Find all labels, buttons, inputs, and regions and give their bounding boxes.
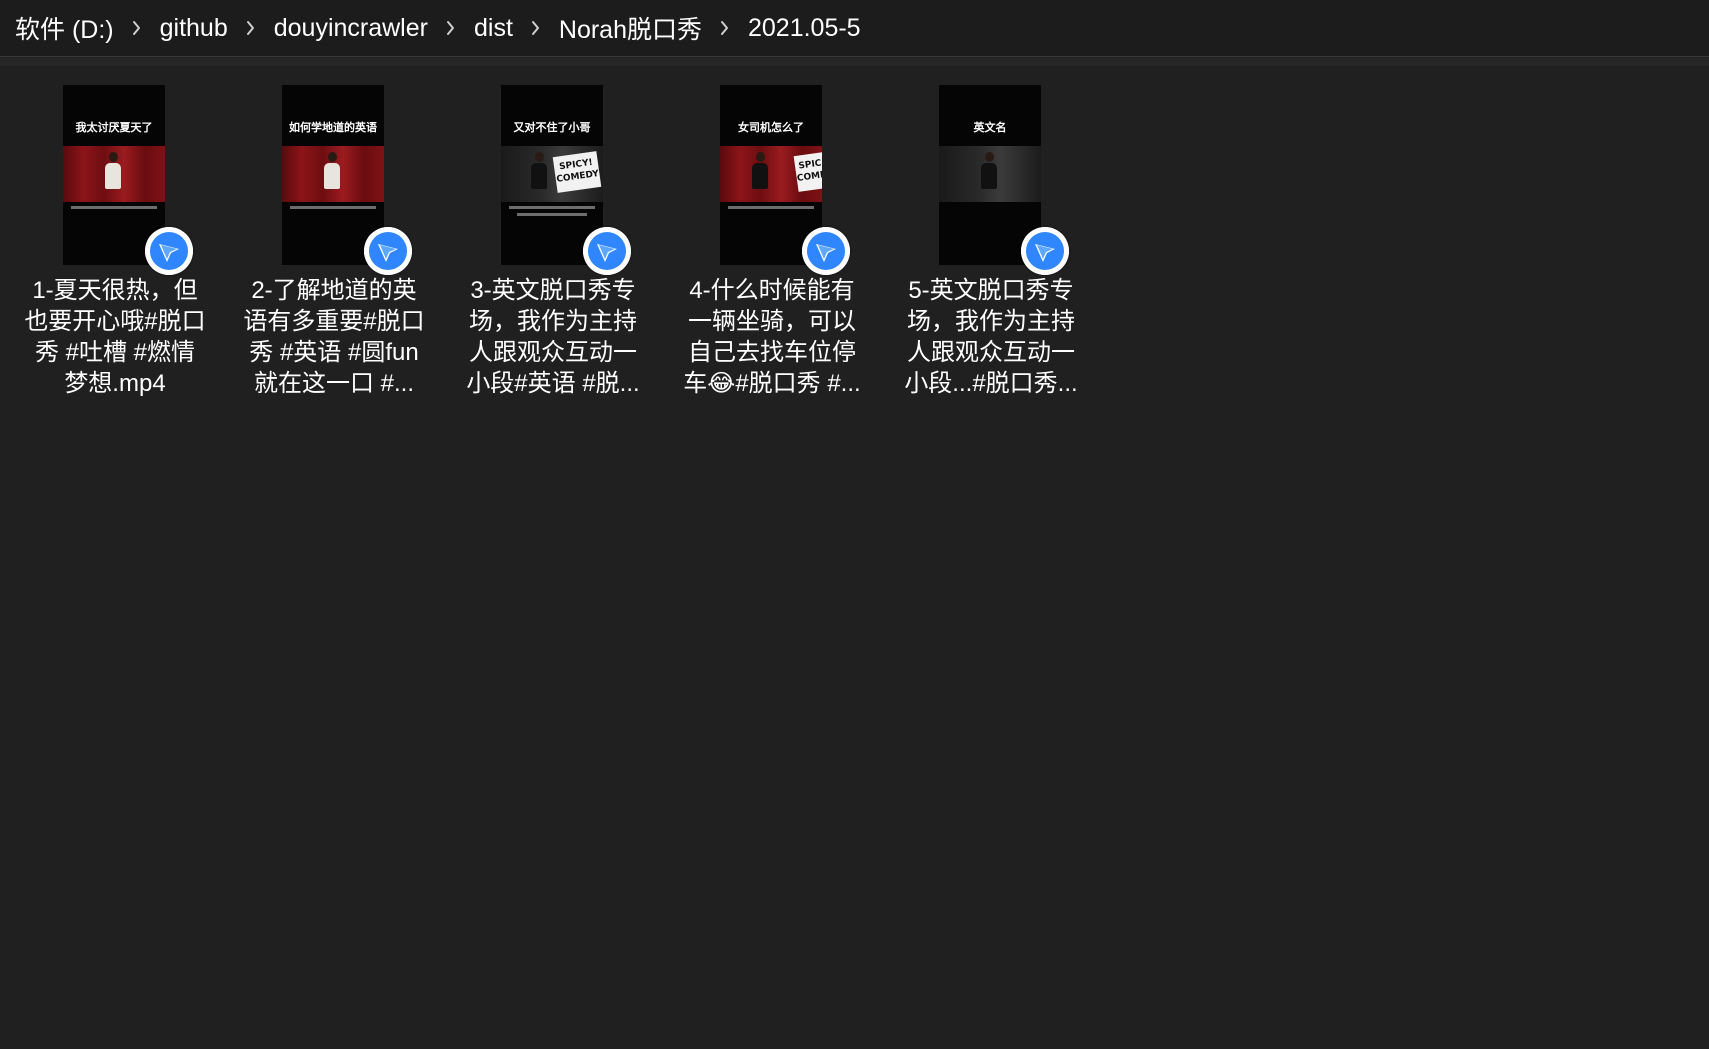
breadcrumb-item-drive[interactable]: 软件 (D:) [13,10,116,46]
chevron-right-icon[interactable] [437,14,465,42]
file-name-label: 1-夏天很热，但 也要开心哦#脱口 秀 #吐槽 #燃情 梦想.mp4 [20,275,210,399]
video-player-app-icon [583,227,631,275]
thumbnail-stage: SPICY! COMEDY [501,146,603,202]
performer-figure [750,152,770,200]
file-item[interactable]: 女司机怎么了 SPIC COME 4-什么时候能有 一辆坐骑，可以 自己去找车位… [677,85,867,415]
performer-figure [529,152,549,200]
file-item[interactable]: 如何学地道的英语 2-了解地道的英 语有多重要#脱口 秀 #英语 #圆fun 就… [239,85,429,415]
thumbnail-subtitle [509,206,595,209]
breadcrumb-item-dist[interactable]: dist [472,14,515,43]
file-name-line: 小段...#脱口秀... [904,370,1078,397]
file-name-label: 4-什么时候能有 一辆坐骑，可以 自己去找车位停 车😂#脱口秀 #... [677,275,867,399]
file-name-label: 5-英文脱口秀专 场，我作为主持 人跟观众互动一 小段...#脱口秀... [896,275,1086,399]
file-name-line: 2-了解地道的英 [251,277,417,304]
file-name-label: 2-了解地道的英 语有多重要#脱口 秀 #英语 #圆fun 就在这一口 #... [239,275,429,399]
file-name-line: 场，我作为主持 [907,308,1075,335]
video-player-app-icon [145,227,193,275]
performer-figure [103,152,123,200]
file-name-line: 5-英文脱口秀专 [908,277,1074,304]
thumbnail-caption: 女司机怎么了 [738,121,804,134]
breadcrumb-item-current-folder[interactable]: 2021.05-5 [746,14,863,43]
thumbnail-subtitle [290,206,376,209]
thumbnail-subtitle [728,206,814,209]
file-name-line: 1-夏天很热，但 [32,277,198,304]
file-name-line: 小段#英语 #脱... [466,370,640,397]
thumbnail-caption: 又对不住了小哥 [513,121,591,134]
file-name-line: 车😂#脱口秀 #... [683,370,861,397]
chevron-right-icon[interactable] [123,14,151,42]
chevron-right-icon[interactable] [237,14,265,42]
file-item[interactable]: 我太讨厌夏天了 1-夏天很热，但 也要开心哦#脱口 秀 #吐槽 #燃情 梦想.m… [20,85,210,415]
thumbnail-stage [63,146,165,202]
file-list-header-strip [0,58,1709,66]
file-name-line: 秀 #英语 #圆fun [249,339,419,366]
thumbnail-caption: 我太讨厌夏天了 [75,121,153,134]
file-name-line: 人跟观众互动一 [907,339,1075,366]
file-name-line: 人跟观众互动一 [469,339,637,366]
thumbnail-caption: 如何学地道的英语 [289,121,377,134]
address-breadcrumb-bar: 软件 (D:) github douyincrawler dist Norah脱… [0,0,1709,57]
video-player-app-icon [364,227,412,275]
file-name-line: 梦想.mp4 [64,370,166,397]
breadcrumb-item-github[interactable]: github [158,14,230,43]
file-name-line: 3-英文脱口秀专 [470,277,636,304]
breadcrumb-item-douyincrawler[interactable]: douyincrawler [272,14,430,43]
file-name-line: 语有多重要#脱口 [243,308,425,335]
thumbnail-subtitle [517,213,587,216]
chevron-right-icon[interactable] [711,14,739,42]
file-name-line: 场，我作为主持 [469,308,637,335]
thumbnail-stage [939,146,1041,202]
performer-figure [979,152,999,200]
thumbnail-stage [282,146,384,202]
video-player-app-icon [1021,227,1069,275]
video-player-app-icon [802,227,850,275]
file-name-line: 自己去找车位停 [688,339,856,366]
thumbnail-subtitle [71,206,157,209]
file-name-line: 一辆坐骑，可以 [688,308,856,335]
chevron-right-icon[interactable] [522,14,550,42]
thumbnail-stage: SPIC COME [720,146,822,202]
file-name-line: 就在这一口 #... [253,370,415,397]
file-name-label: 3-英文脱口秀专 场，我作为主持 人跟观众互动一 小段#英语 #脱... [458,275,648,399]
file-item[interactable]: 英文名 5-英文脱口秀专 场，我作为主持 人跟观众互动一 小段...#脱口秀..… [896,85,1086,415]
file-name-line: 4-什么时候能有 [689,277,855,304]
thumbnail-caption: 英文名 [973,121,1007,134]
performer-figure [322,152,342,200]
file-list-area[interactable]: 我太讨厌夏天了 1-夏天很热，但 也要开心哦#脱口 秀 #吐槽 #燃情 梦想.m… [0,58,1709,1049]
file-item[interactable]: 又对不住了小哥 SPICY! COMEDY 3-英文脱口秀专 场，我作为主持 人… [458,85,648,415]
file-name-line: 秀 #吐槽 #燃情 [34,339,196,366]
breadcrumb-item-norah[interactable]: Norah脱口秀 [557,10,704,46]
thumbnail-sign: SPICY! COMEDY [552,151,602,193]
file-name-line: 也要开心哦#脱口 [24,308,206,335]
thumbnail-sign: SPIC COME [793,152,822,192]
